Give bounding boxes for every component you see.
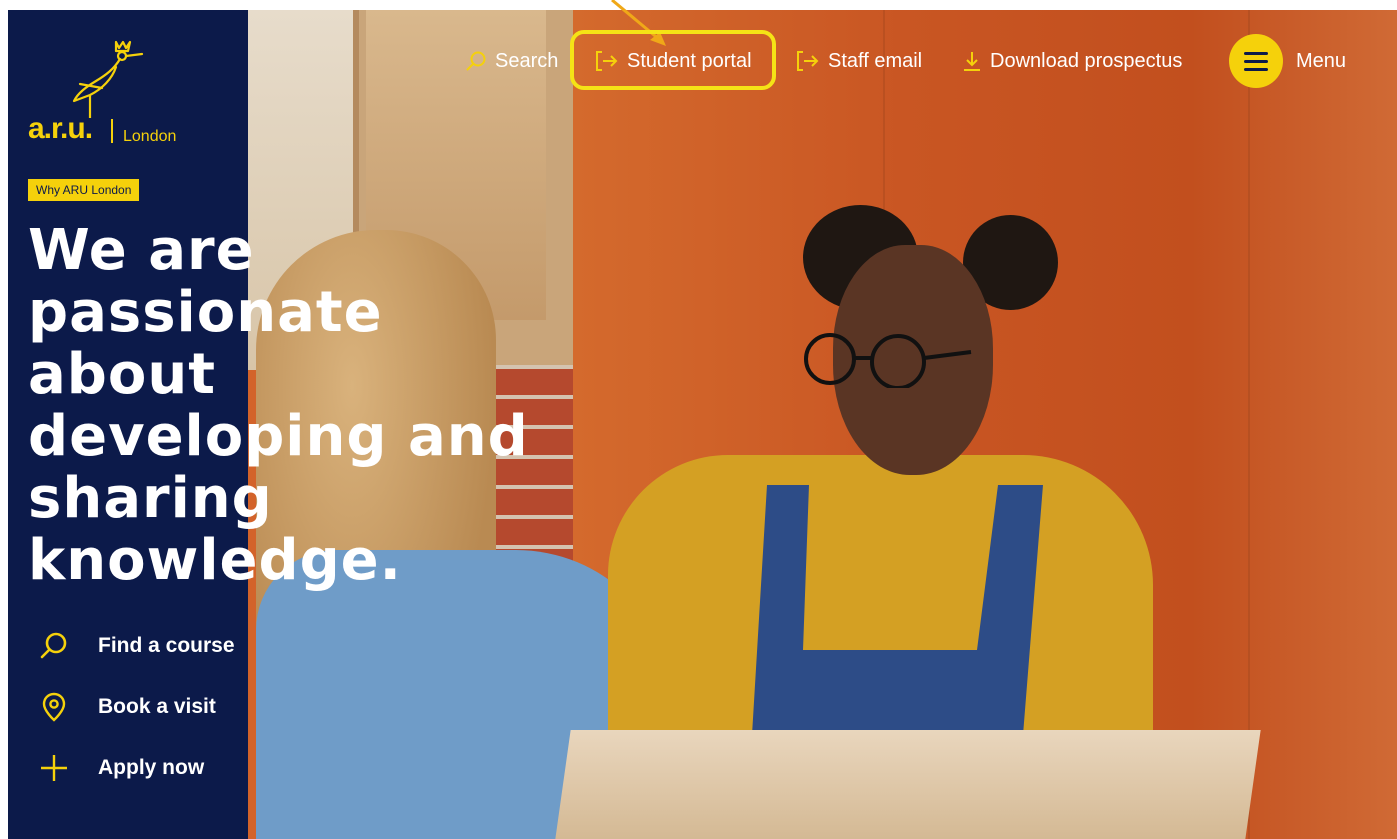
find-a-course-link[interactable]: Find a course — [38, 630, 235, 662]
download-icon — [964, 52, 980, 71]
headline-line: We are — [28, 218, 255, 283]
headline-line: knowledge. — [28, 528, 402, 593]
hamburger-icon — [1244, 51, 1268, 55]
headline-line: sharing — [28, 466, 273, 531]
headline-line: about — [28, 342, 216, 407]
menu-button[interactable] — [1229, 34, 1283, 88]
logo-campus-label[interactable]: London — [123, 128, 176, 146]
headline-line: developing and — [28, 404, 529, 469]
apply-now-label: Apply now — [98, 756, 205, 779]
hero-headline: We are passionate about developing and s… — [28, 220, 588, 592]
download-prospectus-label: Download prospectus — [990, 49, 1183, 72]
staff-email-link[interactable]: Staff email — [796, 34, 922, 88]
panel-seam — [1248, 10, 1250, 839]
find-a-course-label: Find a course — [98, 634, 235, 657]
plus-icon — [38, 752, 70, 784]
student-portal-label: Student portal — [627, 49, 752, 72]
download-prospectus-link[interactable]: Download prospectus — [962, 34, 1182, 88]
search-link[interactable]: Search — [465, 34, 558, 88]
apply-now-link[interactable]: Apply now — [38, 752, 204, 784]
staff-email-label: Staff email — [828, 49, 923, 72]
hero-tag[interactable]: Why ARU London — [28, 179, 140, 201]
aru-heron-logo-icon[interactable] — [28, 38, 148, 118]
logo-divider — [111, 119, 113, 143]
hamburger-icon — [1244, 67, 1268, 71]
aru-wordmark[interactable]: a.r.u. — [28, 112, 93, 146]
sign-in-icon — [596, 51, 618, 71]
hero-table — [555, 730, 1261, 839]
student-portal-link[interactable]: Student portal — [595, 34, 752, 88]
headline-line: passionate — [28, 280, 383, 345]
menu-link[interactable]: Menu — [1296, 34, 1346, 88]
search-icon — [466, 51, 486, 71]
search-icon — [38, 630, 70, 662]
book-a-visit-link[interactable]: Book a visit — [38, 691, 216, 723]
sign-in-icon — [797, 51, 819, 71]
hero-glasses — [804, 333, 972, 388]
book-a-visit-label: Book a visit — [98, 695, 216, 718]
hamburger-icon — [1244, 59, 1268, 63]
search-label: Search — [495, 49, 559, 72]
menu-label: Menu — [1296, 49, 1347, 72]
location-pin-icon — [38, 691, 70, 723]
